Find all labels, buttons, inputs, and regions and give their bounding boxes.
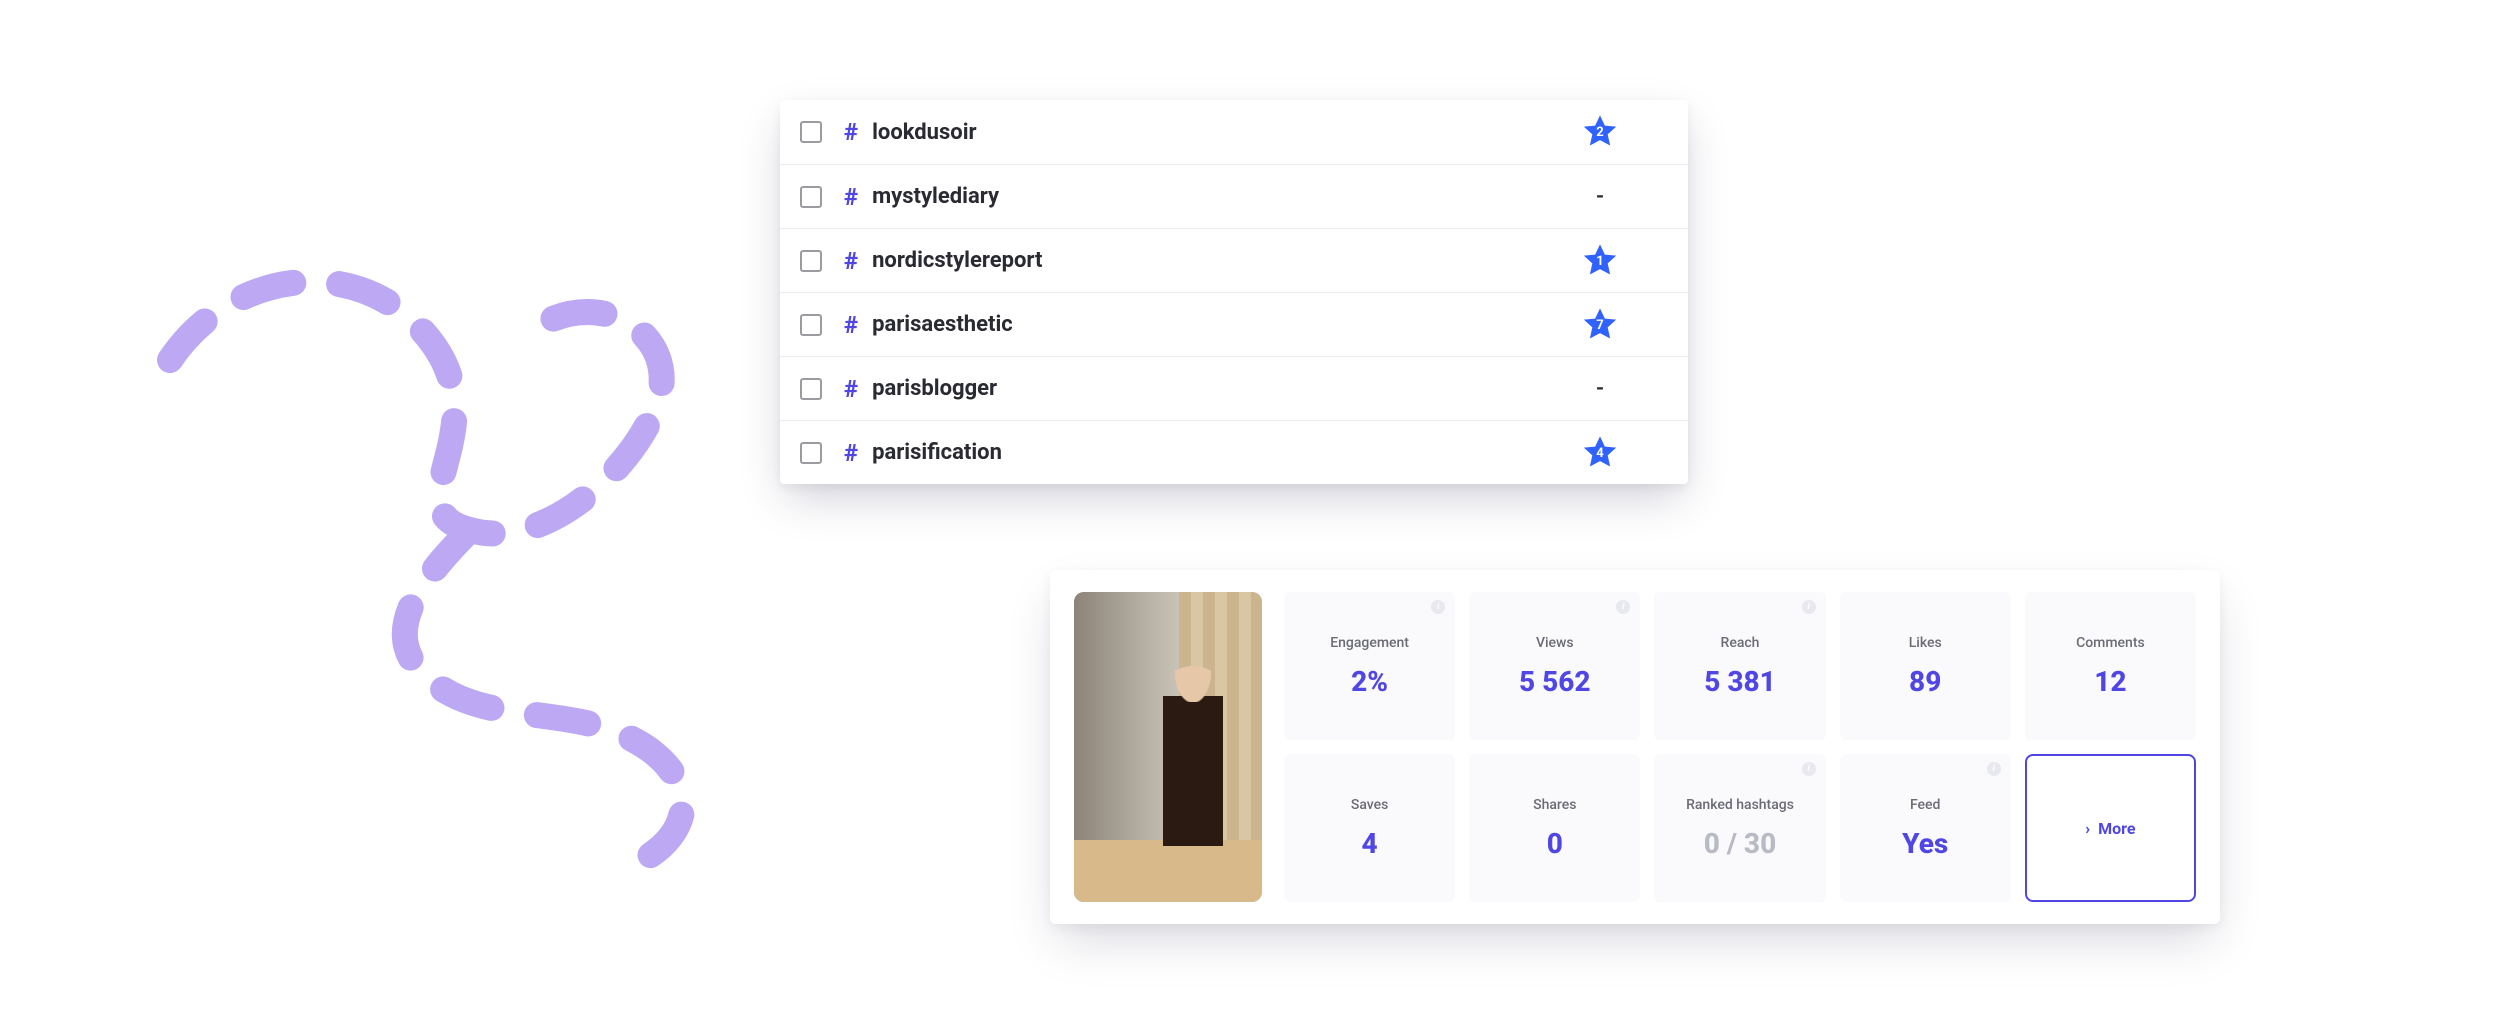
rank-star-icon: 4 [1580, 433, 1620, 473]
metric-comments: Comments 12 [2025, 592, 2196, 740]
metric-engagement: Engagement 2% [1284, 592, 1455, 740]
table-row[interactable]: # parisification 4 [780, 420, 1688, 484]
hash-icon: # [844, 183, 858, 211]
hashtag-name: parisaesthetic [872, 312, 1540, 337]
rank-star-icon: 7 [1580, 305, 1620, 345]
rank-value: 4 [1596, 446, 1603, 461]
table-row[interactable]: # lookdusoir 2 [780, 100, 1688, 164]
row-checkbox[interactable] [800, 378, 822, 400]
row-checkbox[interactable] [800, 121, 822, 143]
metric-saves: Saves 4 [1284, 754, 1455, 902]
rank-star-icon: 1 [1580, 241, 1620, 281]
metric-label: Ranked hashtags [1686, 797, 1794, 813]
metric-label: Reach [1721, 635, 1760, 651]
metric-value: 5 381 [1704, 665, 1776, 698]
rank-star-icon: 2 [1580, 112, 1620, 152]
metric-label: Comments [2076, 635, 2145, 651]
metric-value: Yes [1902, 827, 1948, 860]
metric-value: 0 [1547, 827, 1563, 860]
table-row[interactable]: # nordicstylereport 1 [780, 228, 1688, 292]
row-checkbox[interactable] [800, 442, 822, 464]
metric-label: Shares [1533, 797, 1576, 813]
metric-value: 89 [1909, 665, 1941, 698]
hashtag-table: # lookdusoir 2 # mystylediary - # nordic… [780, 100, 1688, 484]
hashtag-name: parisblogger [872, 376, 1540, 401]
metric-views: Views 5 562 [1469, 592, 1640, 740]
info-icon[interactable] [1802, 600, 1816, 614]
post-thumbnail[interactable] [1074, 592, 1262, 902]
hash-icon: # [844, 247, 858, 275]
rank-value: 7 [1596, 318, 1603, 333]
rank-empty: - [1596, 376, 1604, 401]
more-button[interactable]: › More [2025, 754, 2196, 902]
metric-value: 0 / 30 [1704, 827, 1777, 860]
info-icon[interactable] [1616, 600, 1630, 614]
hashtag-name: nordicstylereport [872, 248, 1540, 273]
rank-empty: - [1596, 184, 1604, 209]
chevron-right-icon: › [2085, 819, 2090, 838]
metric-value: 4 [1362, 827, 1378, 860]
info-icon[interactable] [1431, 600, 1445, 614]
metric-likes: Likes 89 [1840, 592, 2011, 740]
hash-icon: # [844, 439, 858, 467]
metric-label: Saves [1351, 797, 1388, 813]
metric-label: Feed [1910, 797, 1940, 813]
hash-icon: # [844, 311, 858, 339]
hashtag-name: lookdusoir [872, 120, 1540, 145]
metric-feed: Feed Yes [1840, 754, 2011, 902]
row-checkbox[interactable] [800, 250, 822, 272]
metric-value: 12 [2094, 665, 2126, 698]
row-checkbox[interactable] [800, 314, 822, 336]
metric-label: Views [1536, 635, 1574, 651]
table-row[interactable]: # parisaesthetic 7 [780, 292, 1688, 356]
info-icon[interactable] [1987, 762, 2001, 776]
hashtag-name: parisification [872, 440, 1540, 465]
rank-value: 1 [1596, 254, 1603, 269]
metric-value: 5 562 [1519, 665, 1591, 698]
metric-value: 2% [1351, 665, 1388, 698]
metric-label: Engagement [1330, 635, 1409, 651]
metric-shares: Shares 0 [1469, 754, 1640, 902]
more-button-label: More [2098, 819, 2135, 838]
info-icon[interactable] [1802, 762, 1816, 776]
table-row[interactable]: # mystylediary - [780, 164, 1688, 228]
metric-ranked-hashtags: Ranked hashtags 0 / 30 [1654, 754, 1825, 902]
hashtag-name: mystylediary [872, 184, 1540, 209]
row-checkbox[interactable] [800, 186, 822, 208]
post-stats-card: Engagement 2% Views 5 562 Reach 5 381 Li… [1050, 570, 2220, 924]
table-row[interactable]: # parisblogger - [780, 356, 1688, 420]
metric-label: Likes [1909, 635, 1942, 651]
rank-value: 2 [1596, 125, 1603, 140]
hash-icon: # [844, 375, 858, 403]
metrics-grid: Engagement 2% Views 5 562 Reach 5 381 Li… [1284, 592, 2196, 902]
metric-reach: Reach 5 381 [1654, 592, 1825, 740]
hash-icon: # [844, 118, 858, 146]
